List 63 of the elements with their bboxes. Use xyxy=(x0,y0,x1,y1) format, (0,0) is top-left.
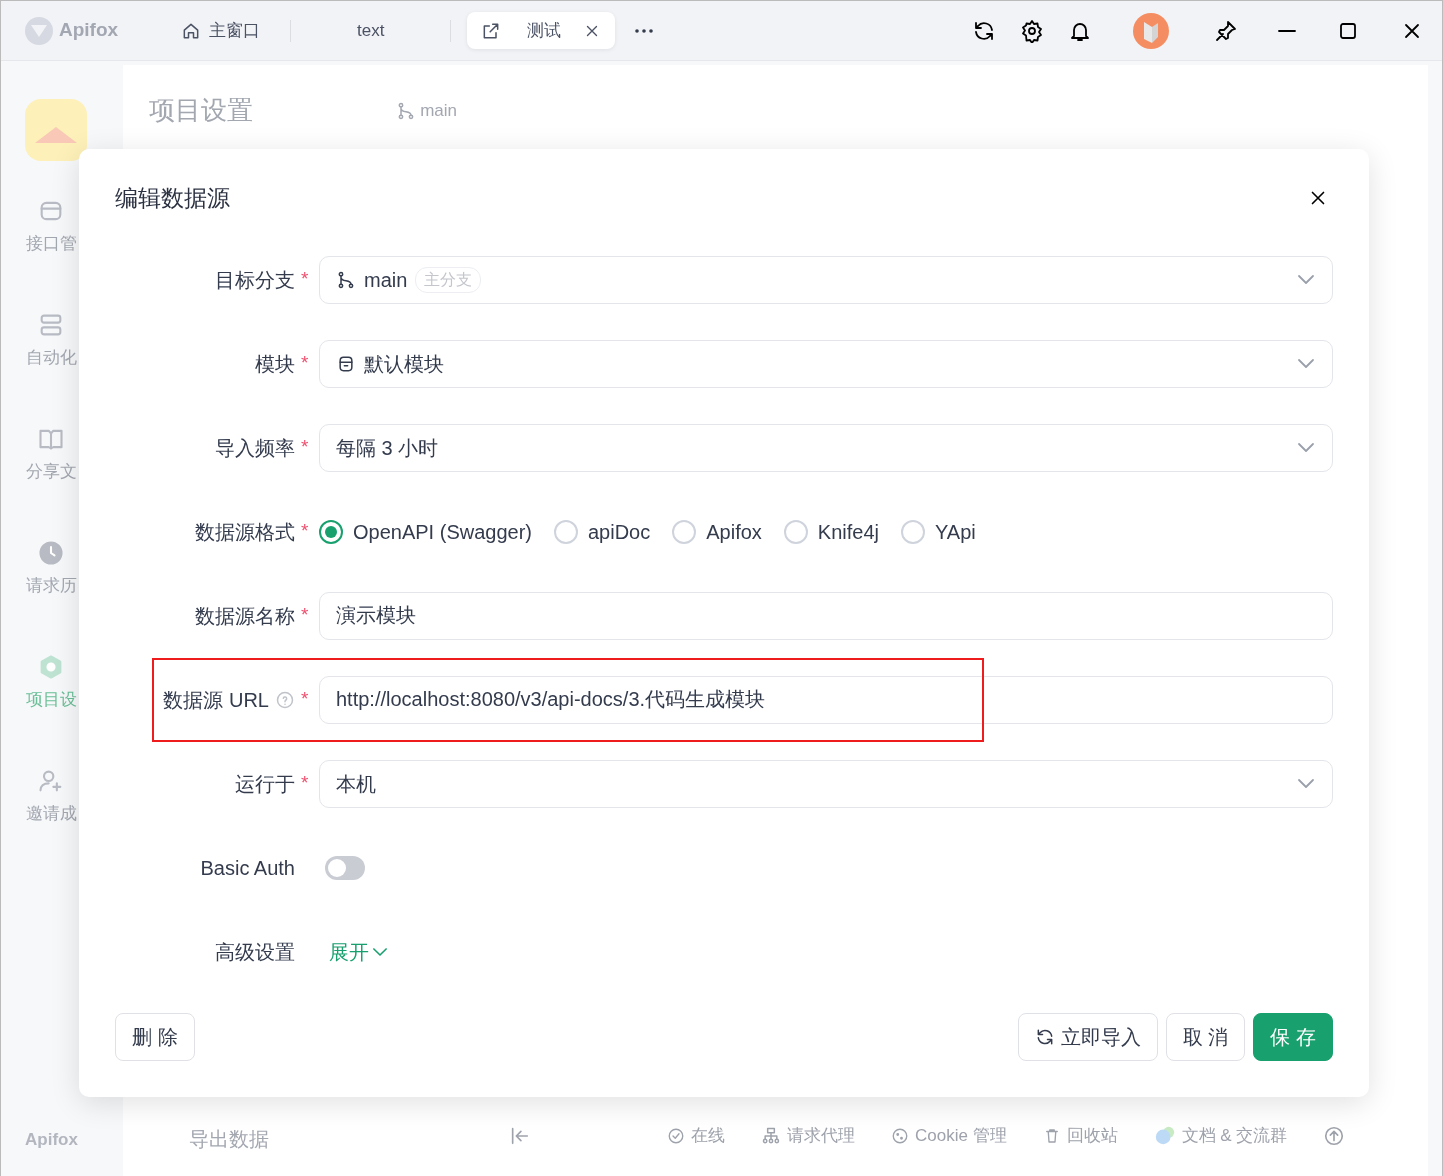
radio-icon[interactable] xyxy=(901,519,925,544)
radio-icon[interactable] xyxy=(319,519,343,544)
upload-icon[interactable] xyxy=(1323,1125,1346,1147)
radio-icon[interactable] xyxy=(672,519,697,544)
radio-option[interactable]: apiDoc xyxy=(554,516,651,547)
chat-icon xyxy=(1153,1125,1176,1147)
cancel-button[interactable]: 取 消 xyxy=(1165,1013,1246,1061)
field-label: 模块 xyxy=(255,351,295,377)
panel-title: 项目设置 xyxy=(149,94,253,127)
check-circle-icon xyxy=(667,1127,685,1145)
chevron-down-icon xyxy=(1298,275,1314,284)
radio-option[interactable]: OpenAPI (Swagger) xyxy=(319,516,532,547)
required-mark: * xyxy=(301,267,310,292)
project-logo xyxy=(25,99,87,161)
radio-icon[interactable] xyxy=(554,519,578,544)
branch-tag: 主分支 xyxy=(415,266,482,293)
required-mark: * xyxy=(301,687,310,712)
required-mark: * xyxy=(301,603,310,628)
select-field[interactable]: 本机 xyxy=(319,759,1333,808)
window-tab[interactable]: 主窗口 xyxy=(167,11,274,50)
required-mark: * xyxy=(301,771,310,796)
pin-icon xyxy=(1214,18,1238,43)
select-field[interactable]: 默认模块 xyxy=(319,339,1333,388)
select-field[interactable]: main 主分支 xyxy=(319,255,1333,304)
radio-option[interactable]: Apifox xyxy=(672,516,762,547)
logo-icon xyxy=(23,14,55,47)
field-label: 导入频率 xyxy=(215,435,295,461)
chevron-down-icon xyxy=(373,947,387,956)
clock-icon xyxy=(37,539,65,567)
brand-text: Apifox xyxy=(25,1128,78,1151)
field-label: 数据源格式 xyxy=(195,519,295,545)
field-label: Basic Auth xyxy=(200,855,295,881)
chevron-down-icon xyxy=(1298,779,1314,788)
toggle-switch[interactable] xyxy=(325,855,365,880)
required-mark: * xyxy=(301,519,310,544)
chevron-down-icon xyxy=(1298,359,1314,368)
radio-option[interactable]: Knife4j xyxy=(783,516,879,547)
field-label: 高级设置 xyxy=(215,939,295,965)
cookie-icon xyxy=(891,1127,909,1145)
import-button[interactable]: 立即导入 xyxy=(1017,1013,1158,1061)
select-field[interactable]: 每隔 3 小时 xyxy=(319,423,1333,472)
delete-button[interactable]: 删 除 xyxy=(115,1013,195,1061)
dialog-title: 编辑数据源 xyxy=(115,184,230,213)
field-label: 数据源名称 xyxy=(195,603,295,629)
field-label: 目标分支 xyxy=(215,267,295,293)
chevron-down-icon xyxy=(1298,443,1314,452)
collapse-icon[interactable] xyxy=(509,1125,531,1147)
radio-icon[interactable] xyxy=(783,519,808,544)
input-field[interactable]: 演示模块 xyxy=(319,591,1333,640)
branch-icon xyxy=(336,269,356,290)
field-label: 运行于 xyxy=(235,771,295,797)
field-label: 数据源 URL xyxy=(163,687,269,713)
input-field[interactable]: http://localhost:8080/v3/api-docs/3.代码生成模块 xyxy=(319,675,1333,724)
minimize-icon xyxy=(1278,28,1296,33)
settings-icon xyxy=(1020,18,1044,43)
radio-option[interactable]: YApi xyxy=(901,516,976,547)
required-mark: * xyxy=(301,351,310,376)
app-name: Apifox xyxy=(59,18,119,43)
more-icon xyxy=(635,28,654,33)
window-tab[interactable]: text xyxy=(307,11,435,50)
network-icon xyxy=(761,1126,781,1146)
required-mark: * xyxy=(301,435,310,460)
window-tab[interactable]: 测试 xyxy=(467,11,616,50)
